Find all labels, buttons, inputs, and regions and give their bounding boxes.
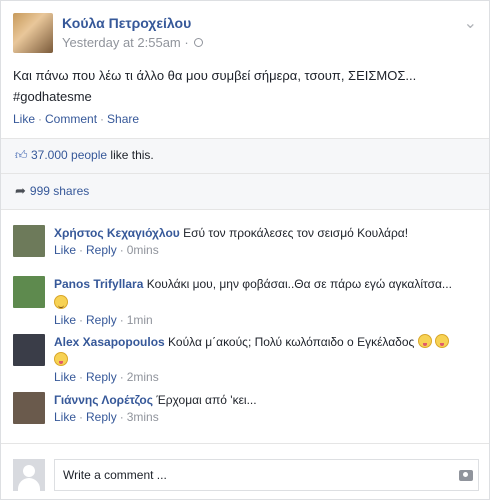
action-separator: · bbox=[38, 112, 43, 126]
like-link[interactable]: Like bbox=[13, 112, 35, 126]
shares-summary[interactable]: ➦ 999 shares bbox=[15, 183, 89, 199]
likes-suffix: like this. bbox=[107, 148, 154, 162]
meta-dot: · bbox=[79, 243, 84, 257]
comment-time[interactable]: 0mins bbox=[127, 243, 159, 257]
smile-emoji-icon bbox=[54, 295, 68, 309]
comment-like-link[interactable]: Like bbox=[54, 410, 76, 424]
comment-meta: Like · Reply · 1min bbox=[54, 312, 474, 328]
commenter-avatar[interactable] bbox=[13, 276, 45, 308]
tongue-emoji-icon bbox=[417, 334, 432, 348]
comment-composer: Write a comment ... bbox=[13, 457, 479, 491]
comment-like-link[interactable]: Like bbox=[54, 243, 76, 257]
meta-dot: · bbox=[119, 313, 124, 327]
action-separator: · bbox=[100, 112, 105, 126]
comment-time[interactable]: 1min bbox=[127, 313, 153, 327]
user-avatar bbox=[13, 459, 45, 491]
commenter-avatar[interactable] bbox=[13, 392, 45, 424]
globe-icon bbox=[194, 38, 204, 47]
comment-like-link[interactable]: Like bbox=[54, 313, 76, 327]
comment-reply-link[interactable]: Reply bbox=[86, 313, 117, 327]
tongue-emoji-icon bbox=[435, 334, 449, 348]
meta-dot: · bbox=[79, 410, 84, 424]
divider bbox=[1, 173, 489, 174]
comment-emoji-line bbox=[54, 352, 474, 368]
comment-reply-link[interactable]: Reply bbox=[86, 410, 117, 424]
likes-summary: 👍︎ 37.000 people like this. bbox=[15, 148, 154, 162]
comment-reply-link[interactable]: Reply bbox=[86, 370, 117, 384]
comment-text: Κουλάκι μου, μην φοβάσαι..Θα σε πάρω εγώ… bbox=[146, 277, 452, 291]
commenter-avatar[interactable] bbox=[13, 334, 45, 366]
divider bbox=[1, 209, 489, 210]
commenter-name[interactable]: Χρήστος Κεχαγιόχλου bbox=[54, 226, 180, 240]
author-avatar[interactable] bbox=[13, 13, 53, 53]
comment-text: Κούλα μ΄ακούς; Πολύ κωλόπαιδο ο Εγκέλαδο… bbox=[168, 335, 415, 349]
thumbs-up-icon: 👍︎ bbox=[15, 148, 28, 162]
meta-dot: · bbox=[79, 370, 84, 384]
author-name[interactable]: Κούλα Πετροχείλου bbox=[62, 15, 191, 31]
commenter-name[interactable]: Alex Xasapopoulos bbox=[54, 335, 165, 349]
meta-dot: · bbox=[119, 243, 124, 257]
share-link[interactable]: Share bbox=[107, 112, 139, 126]
comment-time[interactable]: 3mins bbox=[127, 410, 159, 424]
post-timestamp[interactable]: Yesterday at 2:55am bbox=[62, 35, 181, 50]
commenter-name[interactable]: Panos Trifyllara bbox=[54, 277, 143, 291]
post-actions: Like · Comment · Share bbox=[13, 112, 139, 126]
meta-separator: · bbox=[180, 35, 193, 50]
post-meta: Yesterday at 2:55am · bbox=[62, 35, 204, 50]
chevron-down-icon[interactable]: ⌄ bbox=[464, 13, 477, 33]
comment-meta: Like · Reply · 2mins bbox=[54, 369, 474, 385]
camera-icon[interactable] bbox=[459, 470, 473, 481]
share-arrow-icon: ➦ bbox=[15, 183, 26, 198]
comment-text: Έρχομαι από 'κει... bbox=[156, 393, 257, 407]
shares-count[interactable]: 999 shares bbox=[30, 184, 89, 198]
comment-meta: Like · Reply · 3mins bbox=[54, 409, 474, 425]
comment-meta: Like · Reply · 0mins bbox=[54, 242, 474, 258]
divider bbox=[1, 138, 489, 139]
commenter-avatar[interactable] bbox=[13, 225, 45, 257]
meta-dot: · bbox=[79, 313, 84, 327]
comment-like-link[interactable]: Like bbox=[54, 370, 76, 384]
divider bbox=[1, 443, 489, 444]
comment-placeholder: Write a comment ... bbox=[63, 468, 167, 482]
comment-reply-link[interactable]: Reply bbox=[86, 243, 117, 257]
comment-time[interactable]: 2mins bbox=[127, 370, 159, 384]
comment-emoji-line bbox=[54, 295, 474, 311]
commenter-name[interactable]: Γιάννης Λορέτζος bbox=[54, 393, 153, 407]
comment-body: Γιάννης Λορέτζος Έρχομαι από 'κει... Lik… bbox=[54, 392, 474, 425]
meta-dot: · bbox=[119, 410, 124, 424]
comment-body: Χρήστος Κεχαγιόχλου Εσύ τον προκάλεσες τ… bbox=[54, 225, 474, 258]
likes-count[interactable]: 37.000 people bbox=[31, 148, 107, 162]
post-header: Κούλα Πετροχείλου Yesterday at 2:55am · … bbox=[13, 11, 479, 55]
comment-input[interactable]: Write a comment ... bbox=[54, 459, 479, 491]
post-card: Κούλα Πετροχείλου Yesterday at 2:55am · … bbox=[0, 0, 490, 500]
comment-text: Εσύ τον προκάλεσες τον σεισμό Κουλάρα! bbox=[183, 226, 409, 240]
tongue-emoji-icon bbox=[54, 352, 68, 366]
post-text: Και πάνω που λέω τι άλλο θα μου συμβεί σ… bbox=[13, 68, 417, 104]
comment-link[interactable]: Comment bbox=[45, 112, 97, 126]
comment-body: Panos Trifyllara Κουλάκι μου, μην φοβάσα… bbox=[54, 276, 474, 328]
meta-dot: · bbox=[119, 370, 124, 384]
comment-body: Alex Xasapopoulos Κούλα μ΄ακούς; Πολύ κω… bbox=[54, 334, 474, 385]
